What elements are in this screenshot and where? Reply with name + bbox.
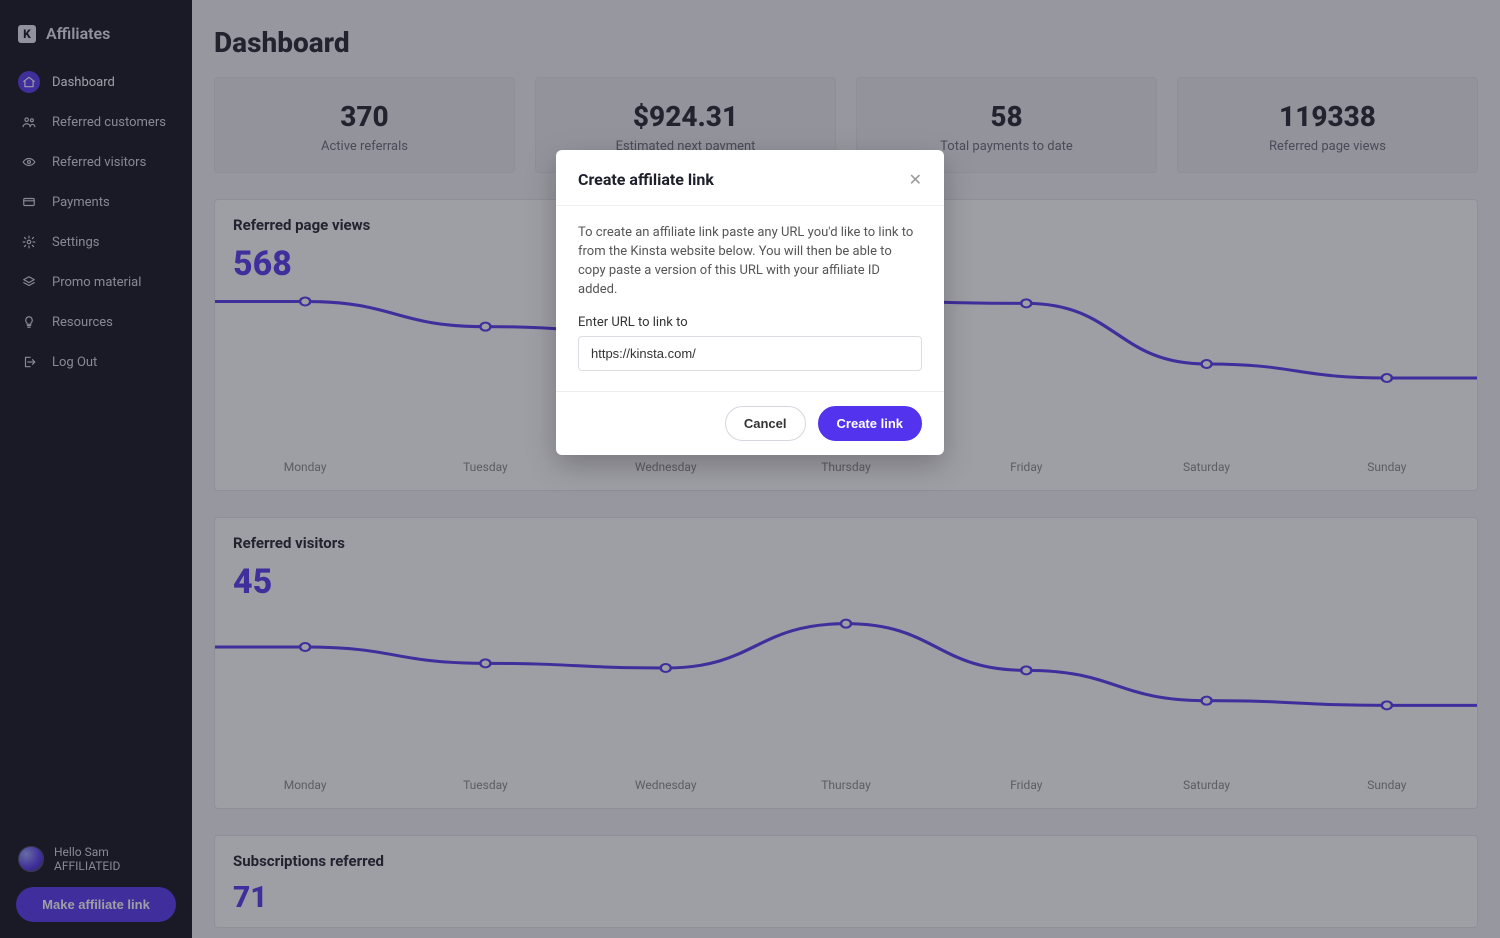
create-link-modal: Create affiliate link ✕ To create an aff… [556,150,944,455]
modal-description: To create an affiliate link paste any UR… [578,224,922,299]
modal-body: To create an affiliate link paste any UR… [556,206,944,391]
modal-header: Create affiliate link ✕ [556,150,944,206]
cancel-button[interactable]: Cancel [725,406,806,441]
modal-footer: Cancel Create link [556,391,944,455]
modal-overlay[interactable]: Create affiliate link ✕ To create an aff… [0,0,1500,938]
url-input[interactable] [578,336,922,371]
modal-title: Create affiliate link [578,170,714,189]
url-field-label: Enter URL to link to [578,315,922,330]
create-link-button[interactable]: Create link [818,406,922,441]
close-icon[interactable]: ✕ [909,172,922,188]
